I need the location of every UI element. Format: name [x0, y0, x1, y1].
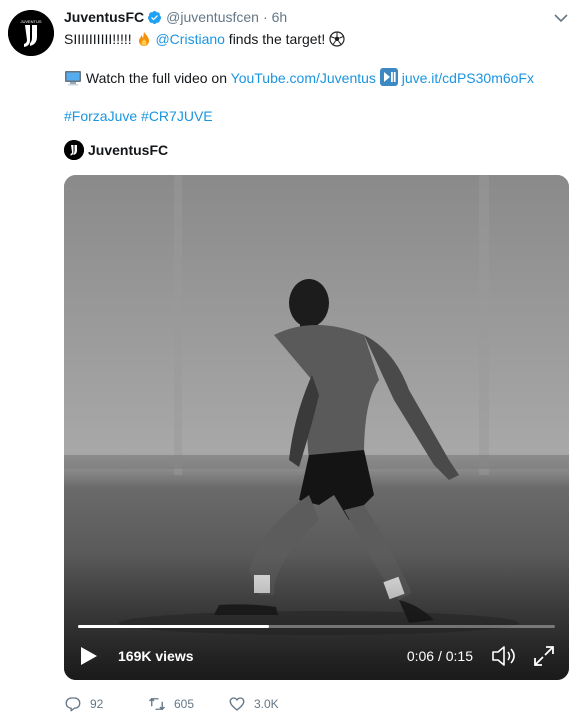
retweet-icon — [149, 697, 165, 711]
watch-text: Watch the full video on — [82, 70, 231, 86]
tweet-content: JuventusFC @juventusfcen · 6h SIIIIIIIII… — [64, 6, 569, 162]
play-icon[interactable] — [80, 646, 98, 666]
like-button[interactable]: 3.0K — [228, 695, 308, 713]
heart-icon — [229, 697, 245, 711]
like-count: 3.0K — [254, 697, 279, 711]
tweet-text-line1: SIIIIIIIIII!!!!! @Cristiano finds the ta… — [64, 30, 569, 49]
reply-button[interactable]: 92 — [64, 695, 148, 713]
youtube-link[interactable]: YouTube.com/Juventus — [231, 70, 376, 86]
tweet-card: JUVENTUS JuventusFC @juventusfcen · 6h S… — [0, 0, 580, 720]
tweet-text-line2: Watch the full video on YouTube.com/Juve… — [64, 68, 569, 88]
tweet-text-exclaim: SIIIIIIIIII!!!!! — [64, 31, 136, 47]
display-name[interactable]: JuventusFC — [64, 9, 144, 25]
fire-emoji-icon — [138, 32, 149, 46]
hashtag-links[interactable]: #ForzaJuve #CR7JUVE — [64, 108, 213, 124]
reply-icon — [65, 697, 81, 712]
video-progress-fill — [78, 625, 269, 628]
mention-link[interactable]: @Cristiano — [155, 31, 224, 47]
retweet-count: 605 — [174, 697, 195, 711]
user-handle[interactable]: @juventusfcen — [166, 9, 259, 25]
fullscreen-icon[interactable] — [533, 645, 555, 667]
volume-icon[interactable] — [491, 645, 517, 667]
chevron-down-icon[interactable] — [553, 10, 569, 26]
video-timer: 0:06 / 0:15 — [406, 648, 473, 664]
profile-avatar[interactable]: JUVENTUS — [8, 10, 54, 56]
verified-badge-icon — [148, 10, 162, 24]
video-frame — [64, 175, 569, 680]
tweet-hashtags: #ForzaJuve #CR7JUVE — [64, 107, 569, 126]
attribution-name: JuventusFC — [88, 142, 169, 158]
video-account-attribution[interactable]: JuventusFC — [64, 138, 569, 162]
tweet-header: JuventusFC @juventusfcen · 6h — [64, 6, 569, 28]
video-player[interactable]: 169K views 0:06 / 0:15 — [64, 175, 569, 680]
attribution-avatar — [64, 140, 84, 160]
tweet-actions: 92 605 3.0K — [64, 694, 308, 714]
video-controls: 169K views 0:06 / 0:15 — [64, 641, 569, 671]
juve-short-link[interactable]: juve.it/cdPS30m6oFx — [402, 70, 534, 86]
computer-emoji-icon — [65, 71, 81, 86]
separator-dot: · — [262, 9, 268, 25]
tweet-timestamp[interactable]: 6h — [272, 9, 288, 25]
play-pause-emoji-icon — [379, 68, 398, 86]
reply-count: 92 — [90, 697, 104, 711]
soccer-ball-emoji-icon — [329, 31, 345, 47]
view-count: 169K views — [118, 648, 194, 664]
retweet-button[interactable]: 605 — [148, 695, 228, 713]
svg-text:JUVENTUS: JUVENTUS — [20, 19, 41, 24]
tweet-text-rest: finds the target! — [224, 31, 330, 47]
video-progress-bar[interactable] — [78, 625, 555, 628]
